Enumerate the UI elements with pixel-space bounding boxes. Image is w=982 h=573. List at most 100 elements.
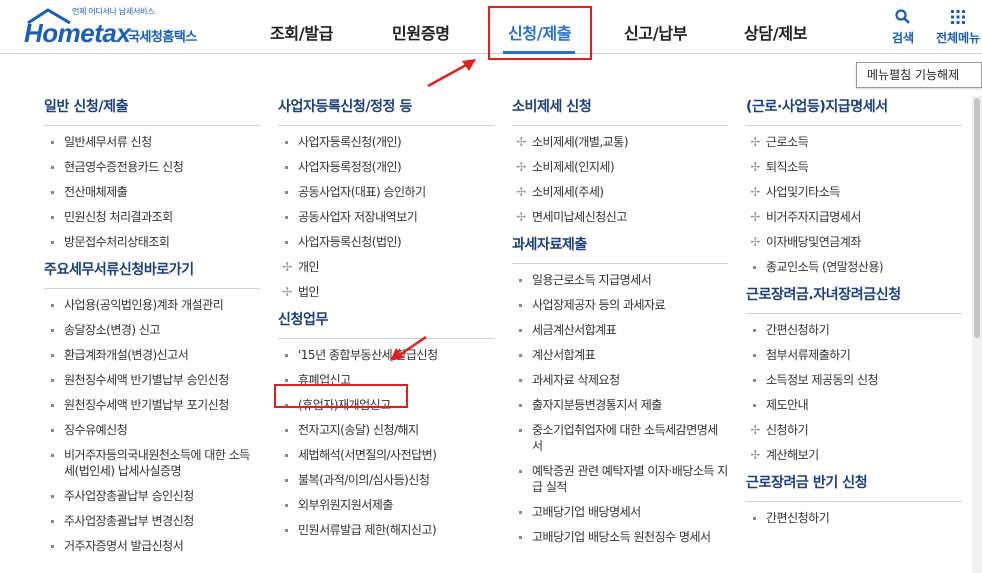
menu-item[interactable]: 사업자등록신청(개인): [278, 134, 494, 150]
menu-item[interactable]: 고배당기업 배당명세서: [512, 504, 728, 520]
menu-item[interactable]: 세법해석(서면질의/사전답변): [278, 447, 494, 463]
menu-section-title[interactable]: 근로장려금.자녀장려금신청: [746, 284, 962, 314]
expand-plus-icon: ✢: [516, 160, 526, 174]
menu-section-title[interactable]: 일반 신청/제출: [44, 96, 260, 126]
menu-item[interactable]: ✢ 소비제세(인지세): [512, 159, 728, 175]
menu-item[interactable]: 공동사업자(대표) 승인하기: [278, 184, 494, 200]
menu-section: 사업자등록신청/정정 등사업자등록신청(개인) 사업자등록정정(개인) 공동사업자(…: [278, 96, 494, 300]
menu-item-label: 현금영수증전용카드 신청: [64, 160, 184, 174]
logo-korean-name: 국세청홈택스: [128, 30, 197, 45]
menu-item[interactable]: 원천징수세액 반기별납부 승인신청: [44, 372, 260, 388]
menu-item[interactable]: 간편신청하기: [746, 322, 962, 338]
menu-item[interactable]: 송달장소(변경) 신고: [44, 322, 260, 338]
menu-column: 사업자등록신청/정정 등사업자등록신청(개인) 사업자등록정정(개인) 공동사업자(…: [278, 96, 494, 547]
menu-item[interactable]: 전산매체제출: [44, 184, 260, 200]
menu-item[interactable]: ✢ 개인: [278, 259, 494, 275]
menu-item[interactable]: 사업자등록정정(개인): [278, 159, 494, 175]
menu-item[interactable]: 주사업장총괄납부 승인신청: [44, 488, 260, 504]
menu-item[interactable]: 민원신청 처리결과조회: [44, 209, 260, 225]
menu-item-label: 전자고지(송달) 신청/해지: [298, 423, 419, 437]
logo-wordmark: Hometax: [24, 18, 131, 48]
menu-item[interactable]: 출자지분등변경통지서 제출: [512, 397, 728, 413]
menu-section-title[interactable]: (근로·사업등)지급명세서: [746, 96, 962, 126]
hometax-logo[interactable]: 언제 어디서나 납세서비스 Hometax 국세청홈택스: [24, 6, 214, 48]
menu-item[interactable]: 제도안내: [746, 397, 962, 413]
menu-section-title[interactable]: 소비제세 신청: [512, 96, 728, 126]
annotation-arrow-icon: [390, 335, 427, 361]
menu-item[interactable]: 전자고지(송달) 신청/해지: [278, 422, 494, 438]
menu-item[interactable]: 비거주자등의국내원천소득에 대한 소득세(법인세) 납세사실증명: [44, 447, 260, 479]
menu-item[interactable]: 징수유예신청: [44, 422, 260, 438]
nav-report-payment[interactable]: 신고/납부: [624, 20, 688, 44]
menu-item-label: 원천징수세액 반기별납부 포기신청: [64, 398, 229, 412]
menu-item[interactable]: 거주자증명서 발급신청서: [44, 538, 260, 554]
menu-item[interactable]: 사업장제공자 등의 과세자료: [512, 297, 728, 313]
grid-menu-icon: [951, 10, 966, 24]
menu-item[interactable]: 첨부서류제출하기: [746, 347, 962, 363]
menu-section-title[interactable]: 사업자등록신청/정정 등: [278, 96, 494, 126]
menu-section: 근로장려금.자녀장려금신청간편신청하기첨부서류제출하기소득정보 제공동의 신청제…: [746, 284, 962, 463]
menu-item[interactable]: 환급계좌개설(변경)신고서: [44, 347, 260, 363]
menu-item[interactable]: 주사업장총괄납부 변경신청: [44, 513, 260, 529]
nav-consult-report[interactable]: 상담/제보: [744, 20, 808, 44]
menu-item[interactable]: 외부위원지원서제출: [278, 497, 494, 513]
menu-section-title[interactable]: 주요세무서류신청바로가기: [44, 259, 260, 289]
menu-item[interactable]: ✢ 사업및기타소득: [746, 184, 962, 200]
menu-item-label: 이자배당및연금계좌: [766, 235, 861, 249]
menu-item[interactable]: 소득정보 제공동의 신청: [746, 372, 962, 388]
menu-section: 일반 신청/제출일반세무서류 신청현금영수증전용카드 신청전산매체제출민원신청 …: [44, 96, 260, 250]
menu-item[interactable]: 일반세무서류 신청: [44, 134, 260, 150]
menu-item[interactable]: ✢ 면세미납세신청신고: [512, 209, 728, 225]
menu-item[interactable]: ✢ 소비제세(주세): [512, 184, 728, 200]
search-button[interactable]: 검색: [892, 8, 914, 46]
expand-plus-icon: ✢: [750, 185, 760, 199]
nav-certificates[interactable]: 민원증명: [392, 20, 450, 44]
menu-item[interactable]: ✢ 퇴직소득: [746, 159, 962, 175]
menu-item[interactable]: ✢ 계산해보기: [746, 447, 962, 463]
menu-item[interactable]: 민원서류발급 제한(해지신고): [278, 522, 494, 538]
menu-item-label: 거주자증명서 발급신청서: [64, 539, 184, 553]
all-menu-button[interactable]: 전체메뉴: [936, 8, 980, 46]
menu-item[interactable]: 일용근로소득 지급명세서: [512, 272, 728, 288]
menu-item[interactable]: ✢ 근로소득: [746, 134, 962, 150]
menu-item-label: 간편신청하기: [766, 511, 830, 525]
menu-section-title[interactable]: 과세자료제출: [512, 234, 728, 264]
menu-item-label: 민원서류발급 제한(해지신고): [298, 523, 437, 537]
menu-item[interactable]: 방문접수처리상태조회: [44, 234, 260, 250]
menu-item-label: 계산해보기: [766, 448, 819, 462]
menu-item-label: 고배당기업 배당소득 원천징수 명세서: [532, 530, 711, 544]
menu-item[interactable]: 공동사업자 저장내역보기: [278, 209, 494, 225]
menu-item-label: 사업용(공익법인용)계좌 개설관리: [64, 298, 224, 312]
menu-item-label: 전산매체제출: [64, 185, 128, 199]
menu-item[interactable]: 원천징수세액 반기별납부 포기신청: [44, 397, 260, 413]
menu-item-label: 사업및기타소득: [766, 185, 840, 199]
menu-item[interactable]: 사업용(공익법인용)계좌 개설관리: [44, 297, 260, 313]
menu-item[interactable]: 계산서합계표: [512, 347, 728, 363]
menu-item-label: 불복(과적/이의/심사등)신청: [298, 473, 430, 487]
menu-item[interactable]: 불복(과적/이의/심사등)신청: [278, 472, 494, 488]
nav-lookup[interactable]: 조회/발급: [270, 20, 334, 44]
menu-item[interactable]: ✢ 소비제세(개별,교통): [512, 134, 728, 150]
menu-item-label: 사업장제공자 등의 과세자료: [532, 298, 666, 312]
menu-expand-toggle-button[interactable]: 메뉴펼침 기능해제: [856, 62, 982, 88]
scrollbar-thumb[interactable]: [974, 98, 980, 338]
menu-item[interactable]: 현금영수증전용카드 신청: [44, 159, 260, 175]
menu-section: 소비제세 신청 ✢ 소비제세(개별,교통) ✢ 소비제세(인지세) ✢ 소비제세(주세) ✢ 면…: [512, 96, 728, 225]
menu-item[interactable]: ✢ 이자배당및연금계좌: [746, 234, 962, 250]
menu-item[interactable]: ✢ 신청하기: [746, 422, 962, 438]
menu-item[interactable]: ✢ 법인: [278, 284, 494, 300]
expand-plus-icon: ✢: [750, 210, 760, 224]
menu-item[interactable]: 사업자등록신청(법인): [278, 234, 494, 250]
menu-item[interactable]: 과세자료 삭제요청: [512, 372, 728, 388]
menu-item[interactable]: ✢ 비거주자지급명세서: [746, 209, 962, 225]
menu-item[interactable]: 종교인소득 (연말정산용): [746, 259, 962, 275]
menu-item[interactable]: 세금계산서합계표: [512, 322, 728, 338]
menu-column: 일반 신청/제출일반세무서류 신청현금영수증전용카드 신청전산매체제출민원신청 …: [44, 96, 260, 563]
menu-item[interactable]: 간편신청하기: [746, 510, 962, 526]
menu-section-title[interactable]: 근로장려금 반기 신청: [746, 472, 962, 502]
menu-item[interactable]: 고배당기업 배당소득 원천징수 명세서: [512, 529, 728, 545]
search-label: 검색: [892, 31, 915, 45]
menu-item-label: 고배당기업 배당명세서: [532, 505, 641, 519]
menu-item[interactable]: 예탁증권 관련 예탁자별 이자·배당소득 지급 실적: [512, 463, 728, 495]
menu-item[interactable]: 중소기업취업자에 대한 소득세감면명세서: [512, 422, 728, 454]
